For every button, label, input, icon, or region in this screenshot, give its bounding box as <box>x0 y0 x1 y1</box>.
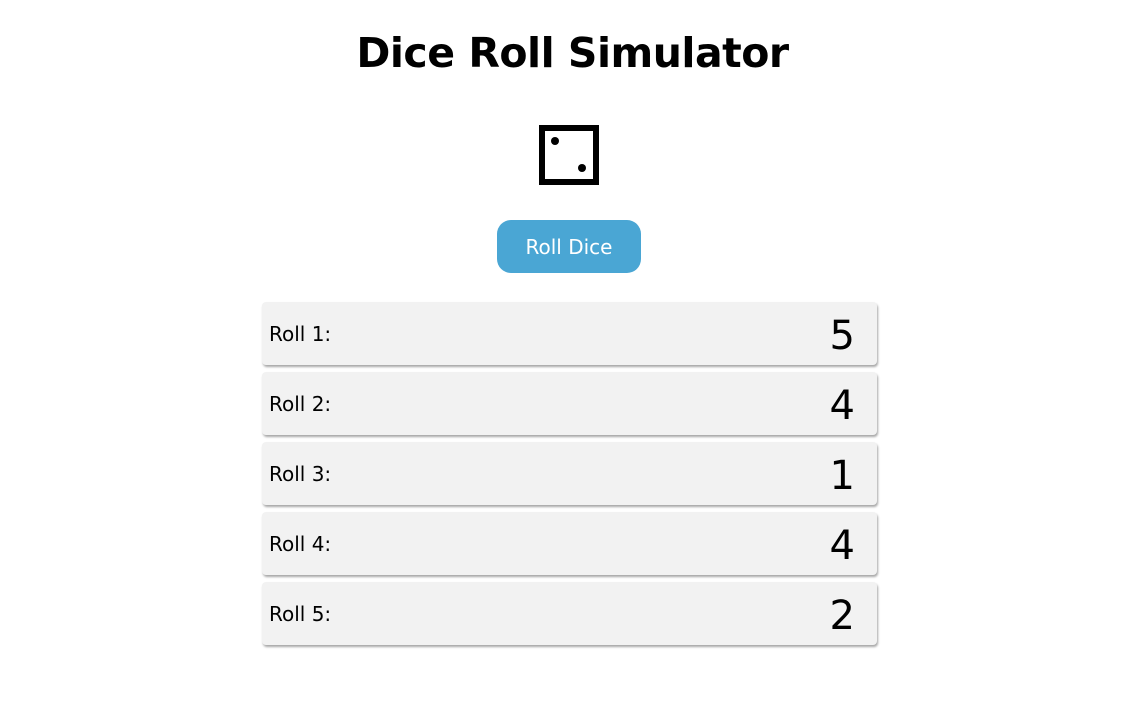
roll-result-row: Roll 2: 4 <box>262 372 877 435</box>
roll-result-row: Roll 4: 4 <box>262 512 877 575</box>
roll-value: 1 <box>829 452 855 499</box>
roll-label: Roll 4: <box>269 531 332 556</box>
roll-label: Roll 2: <box>269 391 332 416</box>
roll-dice-button[interactable]: Roll Dice <box>497 220 641 273</box>
page-title: Dice Roll Simulator <box>356 29 789 77</box>
roll-result-row: Roll 1: 5 <box>262 302 877 365</box>
roll-label: Roll 1: <box>269 321 332 346</box>
roll-label: Roll 5: <box>269 601 332 626</box>
roll-value: 2 <box>829 592 855 639</box>
roll-results-list: Roll 1: 5 Roll 2: 4 Roll 3: 1 Roll 4: 4 … <box>262 302 877 652</box>
roll-label: Roll 3: <box>269 461 332 486</box>
roll-result-row: Roll 5: 2 <box>262 582 877 645</box>
die-face-two-icon <box>539 125 599 185</box>
roll-value: 4 <box>829 382 855 429</box>
roll-value: 5 <box>829 312 855 359</box>
roll-result-row: Roll 3: 1 <box>262 442 877 505</box>
roll-value: 4 <box>829 522 855 569</box>
